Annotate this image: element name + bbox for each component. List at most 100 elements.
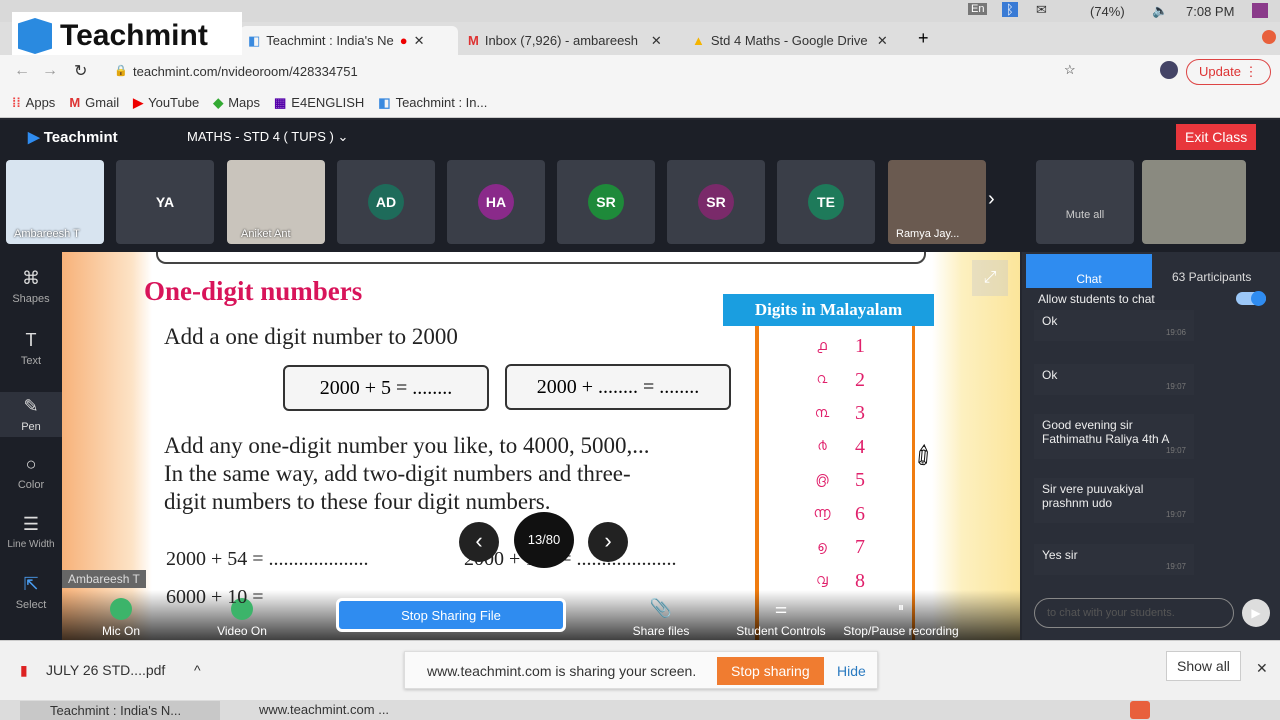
- shapes-icon: ⌘: [22, 268, 40, 288]
- participant-tile[interactable]: AD: [337, 160, 435, 244]
- malayalam-digit: ൬: [813, 506, 831, 522]
- window-close-button[interactable]: [1262, 30, 1276, 44]
- mic-button[interactable]: Mic On: [92, 598, 150, 638]
- keyboard-language[interactable]: En: [968, 3, 988, 15]
- participant-tile[interactable]: YA: [116, 160, 214, 244]
- chat-input[interactable]: to chat with your students.: [1034, 598, 1234, 628]
- forward-button[interactable]: →: [42, 62, 58, 80]
- tool-color[interactable]: ○ Color: [0, 454, 62, 491]
- bookmark-teachmint[interactable]: ◧ Teachmint : In...: [378, 95, 487, 111]
- arabic-digit: 3: [855, 402, 865, 425]
- participants-strip: Ambareesh T YA Aniket Ant AD HA SR SR TE…: [0, 152, 1280, 252]
- star-icon[interactable]: ☆: [1064, 62, 1076, 78]
- tab-teachmint[interactable]: ◧ Teachmint : India's Ne ● ✕: [240, 26, 458, 55]
- close-icon[interactable]: ✕: [651, 33, 662, 49]
- download-bar: ▮ JULY 26 STD....pdf ^ www.teachmint.com…: [0, 640, 1280, 700]
- taskbar-item[interactable]: Teachmint : India's N...: [20, 701, 220, 720]
- bookmark-youtube[interactable]: ▶ YouTube: [133, 95, 199, 111]
- tab-drive[interactable]: ▲ Std 4 Maths - Google Drive ✕: [684, 26, 904, 55]
- arabic-digit: 7: [855, 536, 865, 559]
- next-page-button[interactable]: ›: [588, 522, 628, 562]
- power-icon[interactable]: [1252, 3, 1268, 18]
- close-icon[interactable]: ✕: [877, 33, 888, 49]
- malayalam-digit: ൮: [816, 573, 828, 589]
- stop-sharing-file-button[interactable]: Stop Sharing File: [336, 598, 566, 632]
- stop-sharing-button[interactable]: Stop sharing: [717, 657, 824, 685]
- clock: 7:08 PM: [1186, 4, 1235, 19]
- malayalam-digit: ൭: [817, 539, 827, 555]
- malayalam-digit: ൫: [815, 472, 829, 488]
- volume-icon[interactable]: 🔈: [1152, 3, 1168, 19]
- tool-line-width[interactable]: ☰ Line Width: [0, 514, 62, 550]
- bookmark-maps[interactable]: ◆ Maps: [213, 95, 260, 111]
- digit-row: ൭7: [759, 531, 912, 565]
- participant-tile-screen[interactable]: Ambareesh T: [6, 160, 104, 244]
- class-selector[interactable]: MATHS - STD 4 ( TUPS ) ⌄: [187, 129, 348, 145]
- paperclip-icon: 📎: [649, 598, 673, 618]
- cursor-icon: ⇱: [23, 574, 39, 594]
- tab-chat[interactable]: Chat: [1026, 254, 1152, 288]
- prev-page-button[interactable]: ‹: [459, 522, 499, 562]
- sliders-icon: ⚌: [774, 600, 788, 616]
- show-all-button[interactable]: Show all: [1166, 651, 1241, 681]
- bluetooth-icon[interactable]: ᛒ: [1002, 2, 1018, 17]
- allow-chat-toggle[interactable]: [1236, 291, 1266, 306]
- bookmark-e4english[interactable]: ▦ E4ENGLISH: [274, 95, 364, 111]
- tool-text[interactable]: T Text: [0, 330, 62, 367]
- fullscreen-icon[interactable]: ⤢: [972, 260, 1008, 296]
- recording-button[interactable]: ⏸ Stop/Pause recording: [840, 600, 962, 638]
- update-button[interactable]: Update ⋮: [1186, 59, 1271, 85]
- tool-pen[interactable]: ✎ Pen: [0, 392, 62, 437]
- exit-class-button[interactable]: Exit Class: [1176, 124, 1257, 150]
- taskbar-item[interactable]: www.teachmint.com ...: [259, 702, 389, 717]
- url-field[interactable]: teachmint.com/nvideoroom/428334751: [133, 64, 358, 79]
- chrome-icon[interactable]: [1130, 701, 1150, 719]
- taskbar: Teachmint : India's N... www.teachmint.c…: [0, 700, 1280, 720]
- bookmark-apps[interactable]: ⁞⁞ Apps: [12, 95, 55, 110]
- shared-slide: One-digit numbers Add a one digit number…: [62, 252, 1020, 640]
- send-button[interactable]: ▶: [1242, 599, 1270, 627]
- participant-tile-video[interactable]: Aniket Ant: [227, 160, 325, 244]
- lock-icon: 🔒: [114, 65, 128, 77]
- chat-message: Ok 19:07: [1034, 364, 1194, 395]
- tab-participants[interactable]: 63 Participants: [1172, 270, 1251, 284]
- chevron-up-icon[interactable]: ^: [194, 662, 201, 678]
- tool-select[interactable]: ⇱ Select: [0, 574, 62, 611]
- chevron-right-icon[interactable]: ›: [988, 188, 995, 211]
- mute-all-button[interactable]: Mute all: [1036, 160, 1134, 244]
- share-files-button[interactable]: 📎 Share files: [628, 598, 694, 638]
- digit-row: ൩3: [759, 397, 912, 431]
- participant-tile[interactable]: SR: [557, 160, 655, 244]
- address-bar-row: ← → ↻ 🔒 teachmint.com/nvideoroom/4283347…: [0, 55, 1280, 88]
- participant-tile-video[interactable]: Ramya Jay...: [888, 160, 986, 244]
- profile-avatar[interactable]: [1160, 61, 1178, 79]
- participant-tile[interactable]: TE: [777, 160, 875, 244]
- slide-paragraph: Add any one-digit number you like, to 40…: [164, 433, 650, 514]
- drive-icon: ▲: [692, 33, 705, 48]
- reload-button[interactable]: ↻: [74, 61, 87, 81]
- tool-shapes[interactable]: ⌘ Shapes: [0, 268, 62, 305]
- arabic-digit: 1: [855, 335, 865, 358]
- pen-icon: ✎: [23, 396, 39, 416]
- chat-message: Good evening sir Fathimathu Raliya 4th A…: [1034, 414, 1194, 459]
- chat-message: Ok 19:06: [1034, 310, 1194, 341]
- hide-button[interactable]: Hide: [837, 663, 866, 679]
- participant-tile[interactable]: SR: [667, 160, 765, 244]
- tab-gmail[interactable]: M Inbox (7,926) - ambareesh ✕: [460, 26, 680, 55]
- mic-icon: [110, 598, 132, 620]
- battery-level: (74%): [1090, 4, 1125, 19]
- chat-panel: Chat 63 Participants Allow students to c…: [1022, 252, 1280, 640]
- bookmark-gmail[interactable]: M Gmail: [69, 95, 119, 110]
- participant-tile[interactable]: HA: [447, 160, 545, 244]
- close-icon[interactable]: ✕: [414, 33, 425, 49]
- screen-share-notice: www.teachmint.com is sharing your screen…: [404, 651, 878, 689]
- equation: 2000 + 54 = ....................: [166, 548, 369, 570]
- new-tab-button[interactable]: +: [918, 28, 929, 49]
- back-button[interactable]: ←: [14, 62, 30, 80]
- download-item[interactable]: JULY 26 STD....pdf: [46, 662, 165, 678]
- pause-icon: ⏸: [897, 600, 904, 614]
- close-icon[interactable]: ✕: [1256, 660, 1268, 677]
- app-brand: ▶ Teachmint: [28, 129, 118, 146]
- student-controls-button[interactable]: ⚌ Student Controls: [734, 600, 828, 638]
- mail-icon[interactable]: ✉: [1036, 2, 1047, 18]
